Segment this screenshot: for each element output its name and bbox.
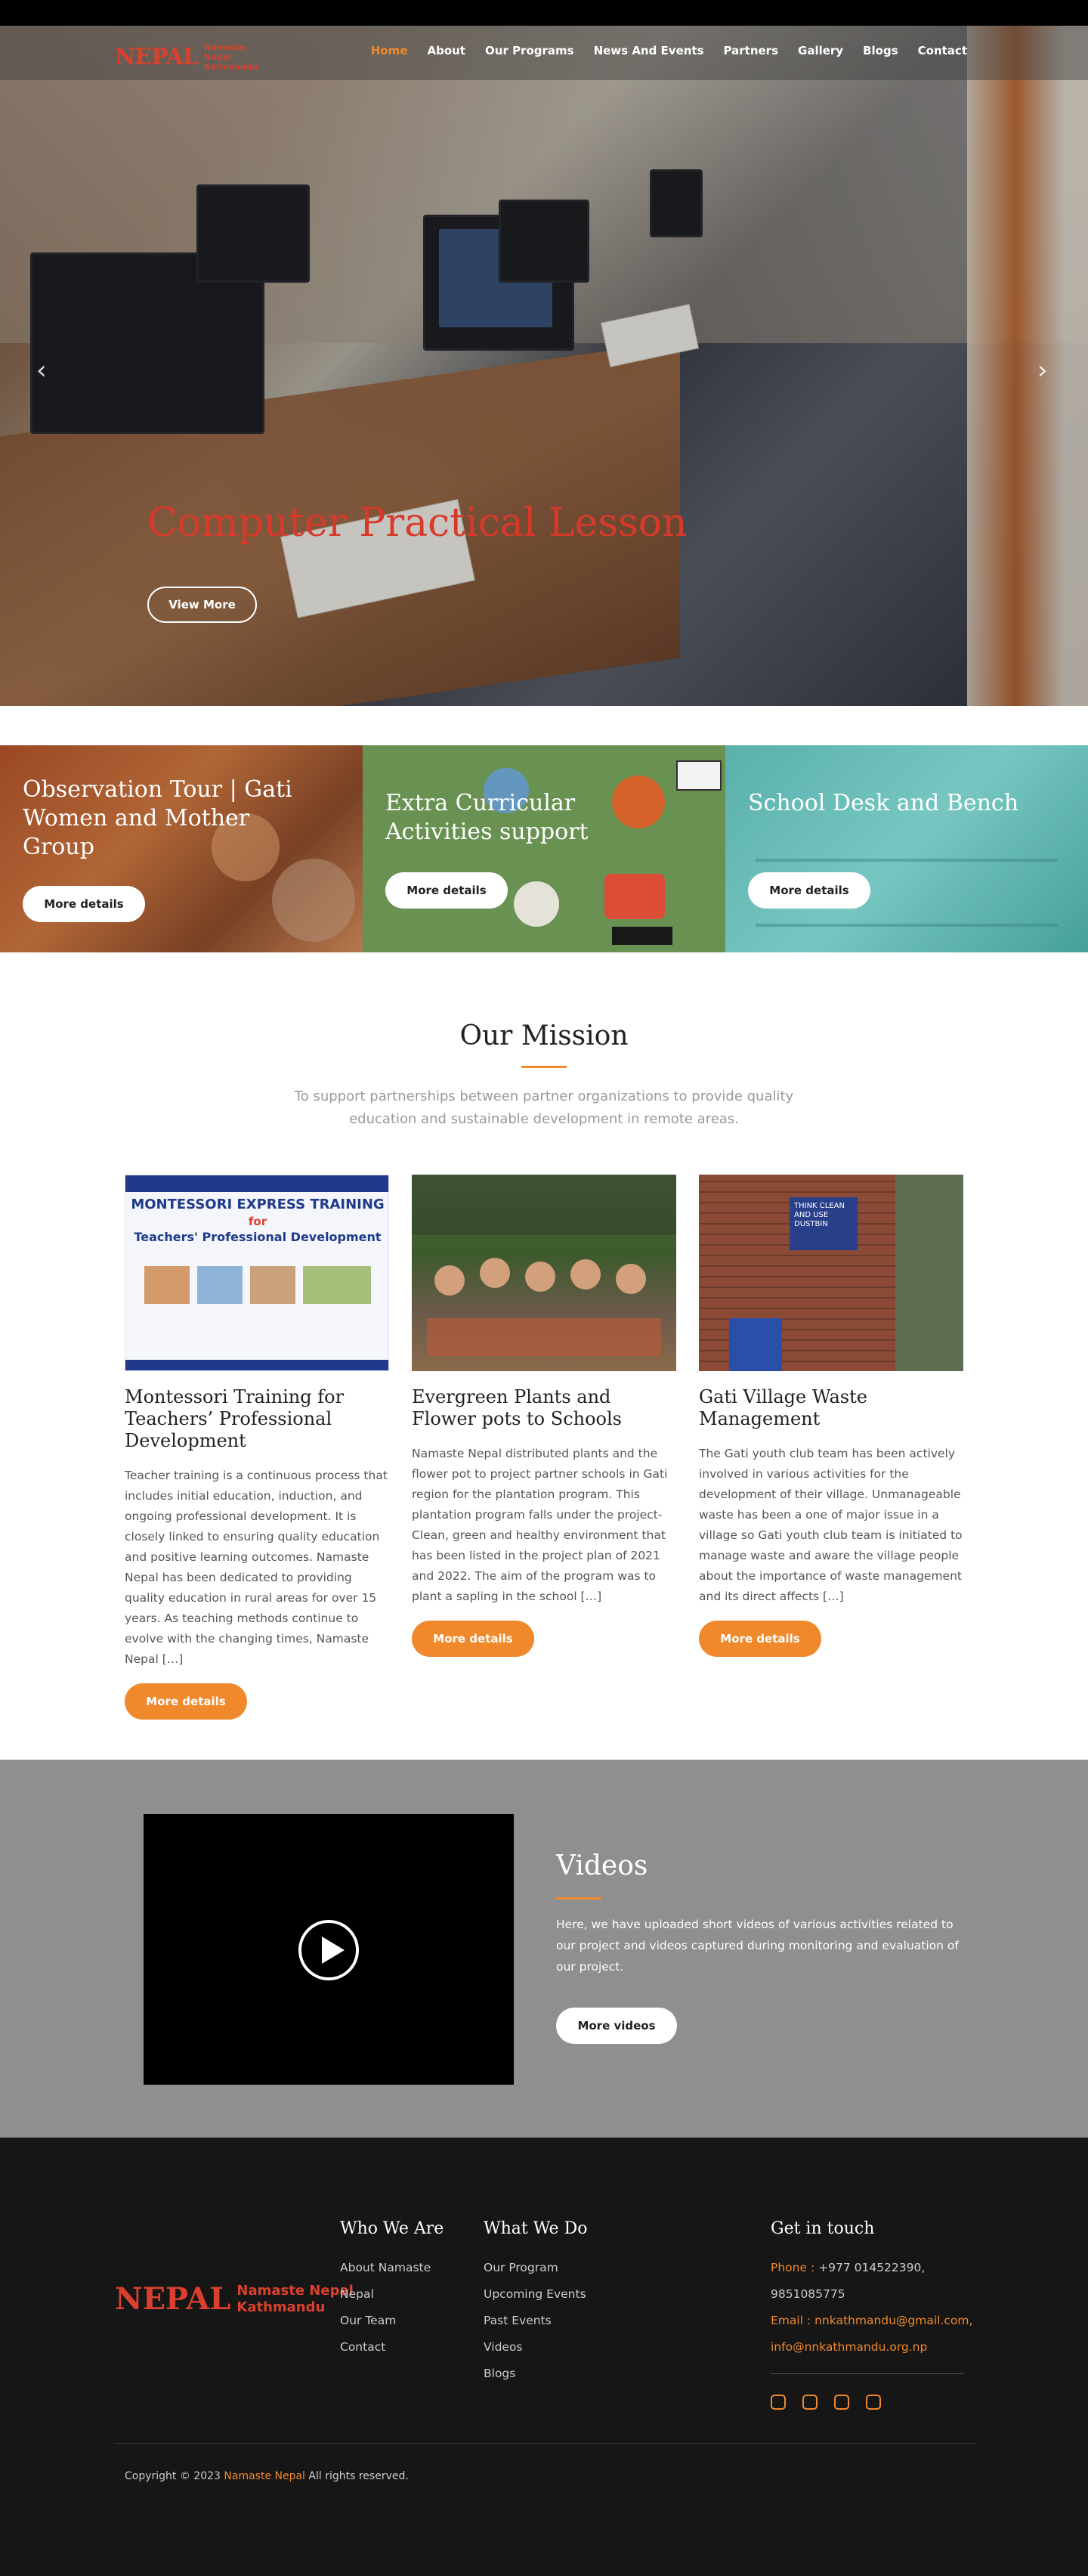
footer-link-contact[interactable]: Contact [340, 2334, 444, 2361]
section-title: Videos [556, 1850, 648, 1881]
site-logo[interactable]: NEPAL Namaste Nepal Kathmandu [115, 38, 258, 76]
title-underline [556, 1897, 601, 1899]
twitter-icon[interactable] [866, 2395, 881, 2410]
footer-email-2[interactable]: info@nnkathmandu.org.np [771, 2334, 972, 2361]
nav-item-blogs[interactable]: Blogs [863, 44, 898, 57]
chevron-left-icon[interactable]: ‹ [36, 355, 47, 385]
footer-phone: Phone : +977 014522390, [771, 2261, 926, 2274]
footer-link-our-program[interactable]: Our Program [484, 2255, 587, 2281]
program-card: MONTESSORI EXPRESS TRAINING for Teachers… [125, 1175, 389, 1720]
youtube-icon[interactable] [834, 2395, 849, 2410]
more-details-button[interactable]: More details [385, 872, 508, 909]
footer-link-nepal[interactable]: Nepal [340, 2281, 444, 2308]
footer: NEPAL Namaste Nepal Kathmandu Who We Are… [0, 2138, 1088, 2576]
section-body: Here, we have uploaded short videos of v… [556, 1918, 959, 1974]
card-title[interactable]: Gati Village Waste Management [699, 1386, 963, 1430]
logo-mark: NEPAL [115, 43, 199, 70]
footer-divider [115, 2443, 975, 2444]
card-image[interactable] [412, 1175, 676, 1371]
footer-link-past-events[interactable]: Past Events [484, 2308, 587, 2334]
footer-heading: Who We Are [340, 2219, 444, 2238]
footer-heading: Get in touch [771, 2219, 875, 2238]
footer-who-we-are: Who We Are About Namaste Nepal Our Team … [340, 2219, 444, 2361]
feature-card: School Desk and Bench More details [725, 745, 1088, 952]
nav-item-news-and-events[interactable]: News And Events [594, 44, 704, 57]
program-card: Evergreen Plants and Flower pots to Scho… [412, 1175, 676, 1657]
card-title[interactable]: Evergreen Plants and Flower pots to Scho… [412, 1386, 676, 1430]
feature-card: Observation Tour | Gati Women and Mother… [0, 745, 363, 952]
nav-item-gallery[interactable]: Gallery [798, 44, 843, 57]
footer-link-blogs[interactable]: Blogs [484, 2361, 587, 2387]
main-nav: Home About Our Programs News And Events … [371, 44, 967, 57]
feature-title: School Desk and Bench [748, 790, 1019, 816]
card-body: Teacher training is a continuous process… [125, 1469, 388, 1666]
nav-item-our-programs[interactable]: Our Programs [485, 44, 574, 57]
nav-item-about[interactable]: About [428, 44, 466, 57]
feature-title: Observation Tour | Gati Women and Mother… [23, 776, 292, 860]
card-image[interactable]: MONTESSORI EXPRESS TRAINING for Teachers… [125, 1175, 389, 1371]
play-icon[interactable] [298, 1920, 359, 1980]
footer-link-upcoming-events[interactable]: Upcoming Events [484, 2281, 587, 2308]
section-title: Our Mission [459, 1020, 629, 1051]
feature-cards: Observation Tour | Gati Women and Mother… [0, 745, 1088, 952]
more-details-button[interactable]: More details [748, 872, 870, 909]
more-details-button[interactable]: More details [412, 1621, 534, 1657]
more-videos-button[interactable]: More videos [556, 2008, 677, 2044]
section-subtitle: To support partnerships between partner … [294, 1088, 794, 1127]
card-image[interactable]: THINK CLEAN AND USE DUSTBIN [699, 1175, 963, 1371]
more-details-button[interactable]: More details [125, 1683, 247, 1720]
footer-email: Email : nnkathmandu@gmail.com, [771, 2314, 973, 2327]
video-player[interactable] [144, 1814, 514, 2085]
footer-contact: Get in touch Phone : +977 014522390, 985… [771, 2219, 972, 2361]
social-links [771, 2395, 881, 2410]
copyright: Copyright © 2023 Namaste Nepal All right… [125, 2470, 409, 2482]
videos-section: Videos Here, we have uploaded short vide… [0, 1760, 1088, 2138]
facebook-icon[interactable] [802, 2395, 818, 2410]
footer-what-we-do: What We Do Our Program Upcoming Events P… [484, 2219, 587, 2387]
card-title[interactable]: Montessori Training for Teachers’ Profes… [125, 1386, 389, 1452]
footer-phone-2[interactable]: 9851085775 [771, 2281, 972, 2308]
footer-heading: What We Do [484, 2219, 588, 2238]
more-details-button[interactable]: More details [23, 886, 145, 922]
chevron-right-icon[interactable]: › [1037, 355, 1048, 385]
footer-divider [771, 2373, 964, 2374]
feature-card: Extra Curricular Activities support More… [363, 745, 725, 952]
footer-link-about-namaste[interactable]: About Namaste [340, 2255, 444, 2281]
nav-item-partners[interactable]: Partners [724, 44, 778, 57]
hero-title: Computer Practical Lesson [147, 500, 688, 546]
nav-item-home[interactable]: Home [371, 44, 408, 57]
nav-item-contact[interactable]: Contact [918, 44, 967, 57]
footer-link-our-team[interactable]: Our Team [340, 2308, 444, 2334]
more-details-button[interactable]: More details [699, 1621, 821, 1657]
view-more-button[interactable]: View More [147, 587, 257, 623]
program-card: THINK CLEAN AND USE DUSTBIN Gati Village… [699, 1175, 963, 1657]
footer-link-videos[interactable]: Videos [484, 2334, 587, 2361]
title-underline [521, 1066, 567, 1068]
feature-title: Extra Curricular Activities support [385, 790, 589, 845]
logo-text: Namaste Nepal Kathmandu [204, 42, 258, 72]
top-black-bar [0, 0, 1088, 26]
instagram-icon[interactable] [771, 2395, 786, 2410]
card-body: The Gati youth club team has been active… [699, 1447, 963, 1603]
footer-logo[interactable]: NEPAL Namaste Nepal Kathmandu [115, 2281, 354, 2317]
card-body: Namaste Nepal distributed plants and the… [412, 1447, 668, 1603]
